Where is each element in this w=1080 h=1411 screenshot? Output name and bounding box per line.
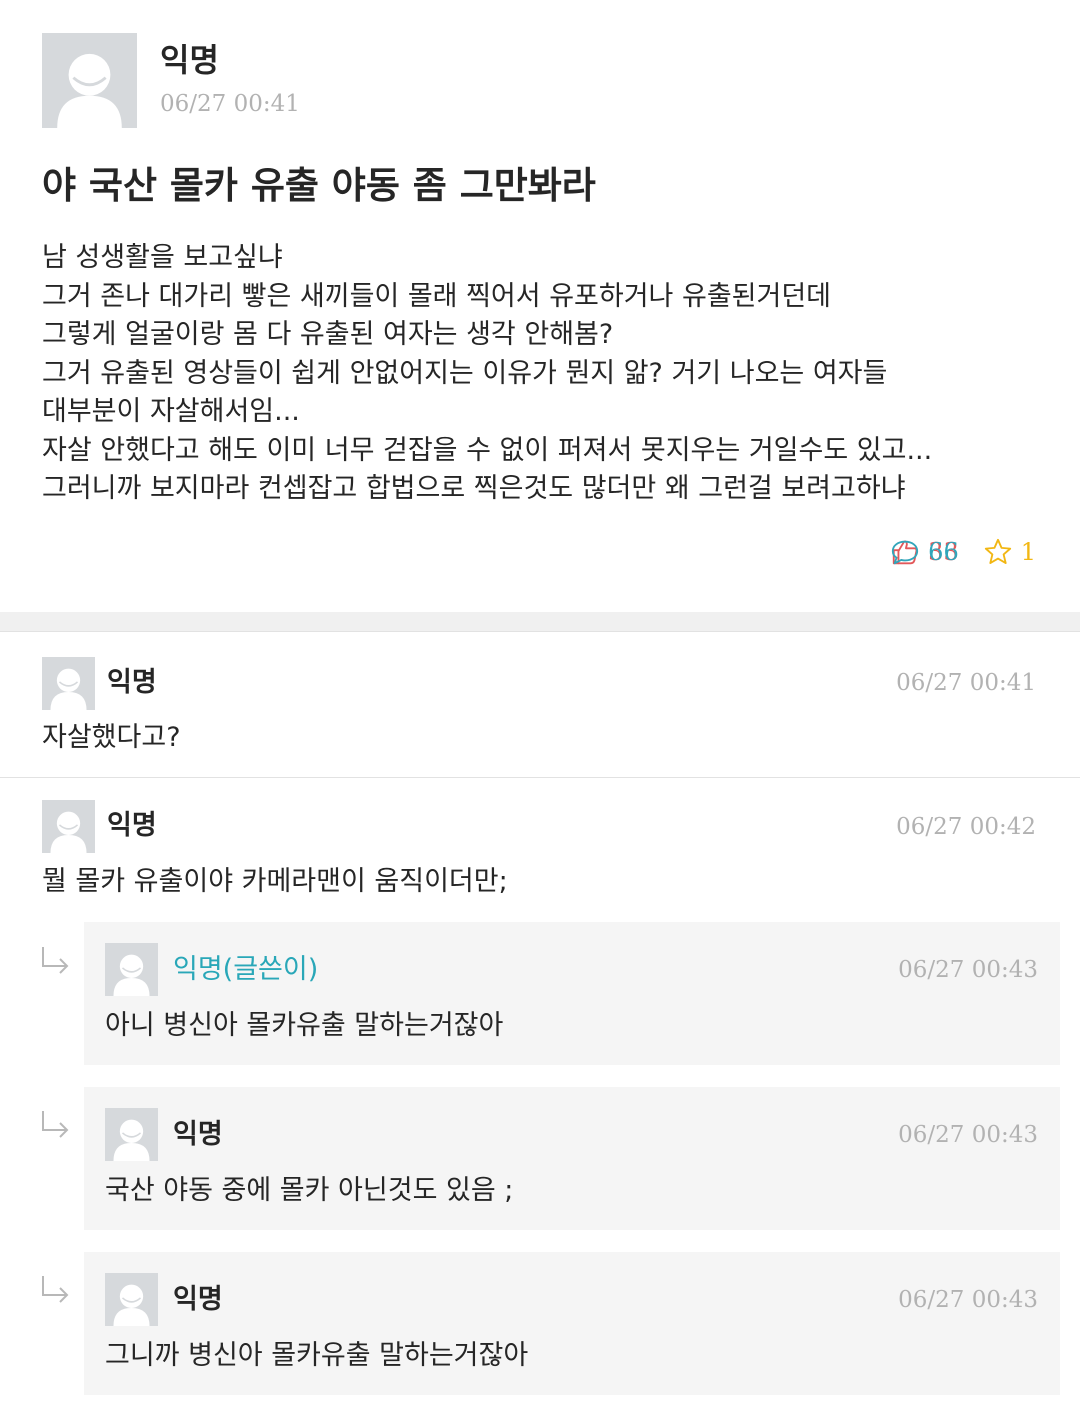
- post-body-line: 그거 유출된 영상들이 쉽게 안없어지는 이유가 뭔지 앎? 거기 나오는 여자…: [42, 357, 888, 389]
- comment-text: 자살했다고?: [42, 722, 181, 753]
- replier-name: 익명: [173, 1284, 223, 1315]
- commenter-name: 익명: [107, 667, 157, 698]
- reply-date: 06/27 00:43: [898, 1287, 1038, 1313]
- commenter-avatar[interactable]: [42, 800, 95, 853]
- post-body-line: 자살 안했다고 해도 이미 너무 걷잡을 수 없이 퍼져서 못지우는 거일수도 …: [42, 434, 933, 466]
- reply-arrow-icon: [42, 1276, 69, 1303]
- replier-avatar[interactable]: [105, 943, 158, 996]
- post-date: 06/27 00:41: [160, 91, 300, 117]
- comment-date: 06/27 00:42: [896, 814, 1036, 840]
- reply: 익명(글쓴이) 06/27 00:43 아니 병신아 몰카유출 말하는거잖아: [84, 922, 1060, 1065]
- replier-name: 익명: [173, 1119, 223, 1150]
- comment-date: 06/27 00:41: [896, 670, 1036, 696]
- reply-text: 국산 야동 중에 몰카 아닌것도 있음 ;: [105, 1175, 514, 1206]
- post-title: 야 국산 몰카 유출 야동 좀 그만봐라: [42, 164, 596, 207]
- author-avatar[interactable]: [42, 33, 137, 128]
- post-body: 남 성생활을 보고싶냐 그거 존나 대가리 빻은 새끼들이 몰래 찍어서 유포하…: [42, 239, 1062, 509]
- reply-date: 06/27 00:43: [898, 1122, 1038, 1148]
- default-profile-icon: [113, 1284, 150, 1326]
- article: 익명 06/27 00:41 야 국산 몰카 유출 야동 좀 그만봐라 남 성생…: [0, 0, 1080, 612]
- reply-arrow-icon: [42, 1111, 69, 1138]
- comment-text: 뭘 몰카 유출이야 카메라맨이 움직이더만;: [42, 866, 508, 897]
- post-body-line: 대부분이 자살해서임...: [42, 396, 300, 427]
- default-profile-icon: [113, 1119, 150, 1161]
- post-stats: 33 66 1: [866, 535, 1036, 569]
- comment-count: 66: [928, 538, 959, 566]
- comment: 익명 06/27 00:42 뭘 몰카 유출이야 카메라맨이 움직이더만; 익명…: [0, 778, 1080, 1411]
- reply-text: 그니까 병신아 몰카유출 말하는거잖아: [105, 1340, 529, 1371]
- replier-avatar[interactable]: [105, 1273, 158, 1326]
- post-body-line: 그렇게 얼굴이랑 몸 다 유출된 여자는 생각 안해봄?: [42, 319, 614, 350]
- reply-text: 아니 병신아 몰카유출 말하는거잖아: [105, 1010, 504, 1041]
- reply-arrow-icon: [42, 947, 69, 974]
- default-profile-icon: [113, 954, 150, 996]
- replier-avatar[interactable]: [105, 1108, 158, 1161]
- default-profile-icon: [50, 668, 87, 710]
- post-body-line: 그거 존나 대가리 빻은 새끼들이 몰래 찍어서 유포하거나 유출된거던데: [42, 280, 832, 312]
- author-name: 익명: [160, 41, 219, 79]
- reply: 익명 06/27 00:43 국산 야동 중에 몰카 아닌것도 있음 ;: [84, 1087, 1060, 1230]
- speech-bubble-icon: [892, 540, 919, 565]
- post-body-line: 남 성생활을 보고싶냐: [42, 242, 283, 273]
- comment-count-button[interactable]: 66: [890, 537, 1080, 567]
- reply-date: 06/27 00:43: [898, 957, 1038, 983]
- replier-name-writer: 익명(글쓴이): [173, 954, 319, 985]
- default-profile-icon: [50, 811, 87, 853]
- reply: 익명 06/27 00:43 그니까 병신아 몰카유출 말하는거잖아: [84, 1252, 1060, 1395]
- commenter-name: 익명: [107, 810, 157, 841]
- default-profile-icon: [57, 53, 122, 128]
- post-body-line: 그러니까 보지마라 컨셉잡고 합법으로 찍은것도 많더만 왜 그런걸 보려고하냐: [42, 473, 906, 504]
- commenter-avatar[interactable]: [42, 657, 95, 710]
- section-separator: [0, 612, 1080, 632]
- comment: 익명 06/27 00:41 자살했다고?: [0, 632, 1080, 777]
